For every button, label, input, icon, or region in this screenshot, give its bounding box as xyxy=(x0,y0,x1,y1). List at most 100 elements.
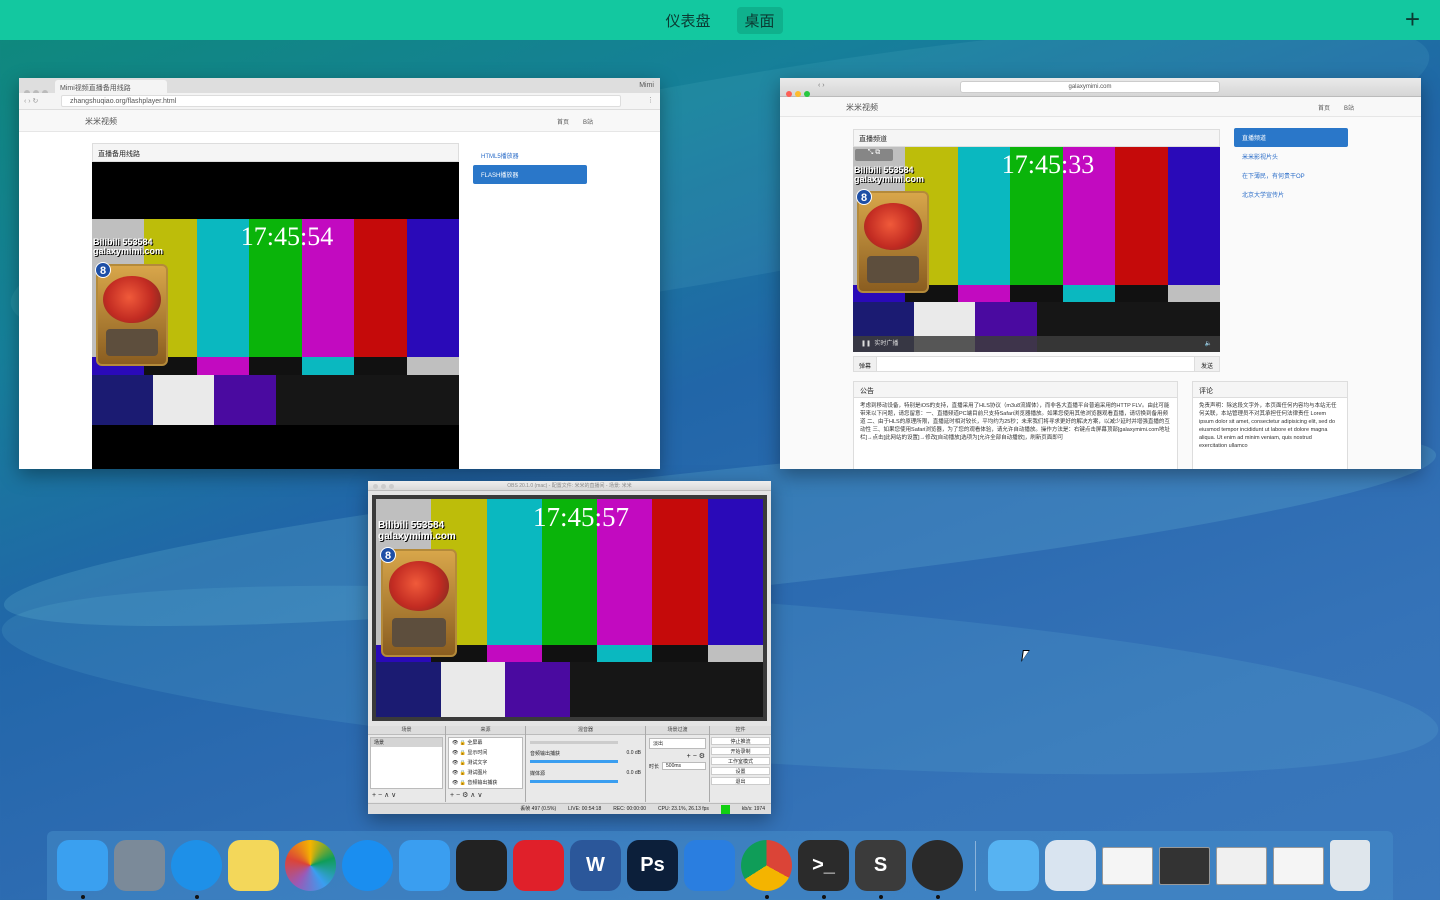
minimized-window-safari-icon[interactable] xyxy=(1102,846,1153,885)
video-player[interactable]: 17:45:33 Bilibili 553584 galaxymimi.com 8… xyxy=(853,147,1220,352)
nav-home[interactable]: 首页 xyxy=(1318,103,1330,112)
side-link-flash-active[interactable]: FLASH播放器 xyxy=(473,165,587,184)
source-item[interactable]: 👁 🔒 全屏幕 xyxy=(452,738,522,748)
scene-item[interactable]: 场景 xyxy=(371,738,442,747)
danmaku-input[interactable] xyxy=(877,357,1194,371)
source-item[interactable]: 👁 🔒 显示时间 xyxy=(452,748,522,758)
hearthstone-card-image xyxy=(857,191,929,293)
studio-mode-button[interactable]: 工作室模式 xyxy=(711,757,770,765)
minimized-window-sublime-icon[interactable] xyxy=(1159,846,1210,885)
obs-window[interactable]: OBS 20.1.0 (mac) - 配置文件: 米米的直播间 - 场景: 米米… xyxy=(368,481,771,814)
source-item[interactable]: 👁 🔒 音频输出捕获 xyxy=(452,778,522,788)
minimized-window-chrome-icon[interactable] xyxy=(1273,846,1324,885)
photos-icon[interactable] xyxy=(285,840,336,891)
terminal-icon[interactable]: >_ xyxy=(798,840,849,899)
downloads-folder-icon[interactable] xyxy=(988,840,1039,891)
nav-home[interactable]: 首页 xyxy=(557,117,569,126)
source-item[interactable]: 👁 🔒 测试文字 xyxy=(452,758,522,768)
bitrate: kb/s: 1974 xyxy=(741,806,765,812)
xcode-icon[interactable] xyxy=(684,840,735,891)
running-indicator xyxy=(764,895,769,899)
trash-icon[interactable] xyxy=(1330,840,1370,891)
qq-icon[interactable] xyxy=(456,840,507,891)
live-clock: 17:45:33 xyxy=(1001,150,1095,179)
finder-icon[interactable] xyxy=(57,840,108,899)
settings-button[interactable]: 设置 xyxy=(711,767,770,775)
safari-icon[interactable] xyxy=(171,840,222,899)
site-brand[interactable]: 米米视频 xyxy=(846,102,878,113)
fullscreen-pip-controls[interactable]: ⤡ ⧉ xyxy=(855,149,893,161)
card-cost-badge: 8 xyxy=(380,547,396,563)
volume-slider[interactable] xyxy=(530,780,618,783)
traffic-lights[interactable] xyxy=(373,483,397,493)
color-bars-bottom xyxy=(376,662,763,717)
launchpad-icon[interactable] xyxy=(114,840,165,891)
card-cost-badge: 8 xyxy=(95,262,111,278)
browser-tab[interactable]: Mimi视频直播备用线路 xyxy=(55,80,167,93)
source-add-remove-icons[interactable]: + − ⚙ ∧ ∨ xyxy=(446,791,525,799)
running-indicator xyxy=(935,895,940,899)
menu-icon[interactable]: ⋮ xyxy=(647,96,654,104)
transition-add-remove-icons[interactable]: + − ⚙ xyxy=(646,752,709,760)
side-link-intro[interactable]: 米米影视片头 xyxy=(1234,147,1348,166)
send-button[interactable]: 发送 xyxy=(1193,357,1219,371)
dock-icon-glyph: S xyxy=(873,854,888,876)
site-brand[interactable]: 米米视频 xyxy=(85,116,117,127)
netease-music-icon[interactable] xyxy=(513,840,564,891)
stream-watermark: Bilibili 553584 galaxymimi.com xyxy=(854,165,925,185)
side-menu: HTML5播放器 FLASH播放器 xyxy=(473,146,587,184)
dock: W Ps >_ S xyxy=(47,831,1393,900)
dock-separator xyxy=(975,840,976,891)
space-dashboard[interactable]: 仪表盘 xyxy=(657,7,718,34)
obs-titlebar: OBS 20.1.0 (mac) - 配置文件: 米米的直播间 - 场景: 米米 xyxy=(368,481,771,491)
notes-icon[interactable] xyxy=(228,840,279,891)
word-icon[interactable]: W xyxy=(570,840,621,891)
space-desktop[interactable]: 桌面 xyxy=(736,6,783,34)
transitions-header: 场景过渡 xyxy=(646,726,709,735)
source-item[interactable]: 👁 🔒 测试图片 xyxy=(452,768,522,778)
duration-input[interactable]: 500ms xyxy=(662,762,706,770)
side-link-live-active[interactable]: 直播频道 xyxy=(1234,128,1348,147)
nav-bilibili[interactable]: B站 xyxy=(583,117,593,126)
nav-bilibili[interactable]: B站 xyxy=(1344,103,1354,112)
start-recording-button[interactable]: 开始录制 xyxy=(711,747,770,755)
stop-streaming-button[interactable]: 停止推流 xyxy=(711,737,770,745)
running-indicator xyxy=(194,895,199,899)
address-bar[interactable]: galaxymimi.com xyxy=(960,81,1220,93)
side-link-op[interactable]: 在下薄民，有何贵干OP xyxy=(1234,166,1348,185)
obs-icon[interactable] xyxy=(912,840,963,899)
live-time: LIVE: 00:54:18 xyxy=(568,806,602,812)
exit-button[interactable]: 退出 xyxy=(711,777,770,785)
sublime-icon[interactable]: S xyxy=(855,840,906,899)
chrome-icon[interactable] xyxy=(741,840,792,899)
mail-icon[interactable] xyxy=(399,840,450,891)
volume-icon[interactable]: 🔈 xyxy=(1205,336,1212,352)
app-store-icon[interactable] xyxy=(342,840,393,891)
nav-arrows-icon[interactable]: ‹ › xyxy=(818,82,825,89)
mixer-track-name: 音频输出捕获 xyxy=(530,751,561,757)
side-link-pku[interactable]: 北京大学宣传片 xyxy=(1234,185,1348,204)
profile-name[interactable]: Mimi xyxy=(639,82,654,89)
safari-window[interactable]: ‹ › galaxymimi.com 米米视频 首页 B站 直播频道 17:45… xyxy=(780,78,1421,469)
photoshop-icon[interactable]: Ps xyxy=(627,840,678,891)
pause-icon[interactable]: ❚❚ xyxy=(861,341,871,347)
video-control-bar[interactable]: ❚❚ 实时广播 🔈 xyxy=(853,336,1220,352)
scenes-header: 场景 xyxy=(368,726,445,735)
minimized-window-safari2-icon[interactable] xyxy=(1216,846,1267,885)
obs-preview[interactable]: 17:45:57 Bilibili 553584 galaxymimi.com 8 xyxy=(372,495,767,721)
side-menu: 直播频道 米米影视片头 在下薄民，有何贵干OP 北京大学宣传片 xyxy=(1234,128,1348,204)
address-bar[interactable]: zhangshuqiao.org/flashplayer.html xyxy=(61,95,621,107)
volume-slider[interactable] xyxy=(530,741,618,744)
panel-title: 直播备用线路 xyxy=(92,143,459,162)
scenes-panel: 场景 场景 + − ∧ ∨ xyxy=(368,726,446,802)
side-link-html5[interactable]: HTML5播放器 xyxy=(473,146,587,165)
add-space-button[interactable]: + xyxy=(1405,6,1420,32)
transition-select[interactable]: 淡出 xyxy=(649,738,706,749)
chrome-window[interactable]: Mimi视频直播备用线路 Mimi ‹ › ↻ zhangshuqiao.org… xyxy=(19,78,660,469)
safari-toolbar: ‹ › galaxymimi.com xyxy=(780,78,1421,97)
volume-slider[interactable] xyxy=(530,760,618,763)
scene-add-remove-icons[interactable]: + − ∧ ∨ xyxy=(368,791,445,799)
nav-arrows-icon[interactable]: ‹ › ↻ xyxy=(24,97,38,105)
flash-player[interactable]: 17:45:54 Bilibili 553584 galaxymimi.com 8 xyxy=(92,162,460,469)
document-stack-icon[interactable] xyxy=(1045,840,1096,891)
